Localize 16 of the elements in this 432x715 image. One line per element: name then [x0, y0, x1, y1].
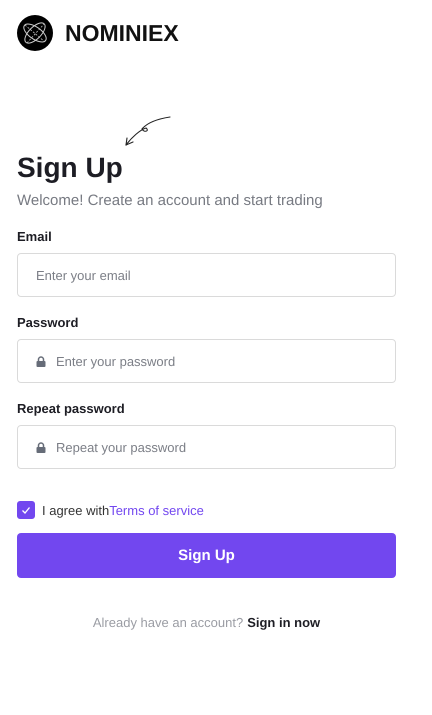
- field-label: Password: [17, 315, 80, 331]
- field-label: Email: [17, 229, 53, 245]
- sign-up-button[interactable]: Sign Up: [17, 533, 396, 578]
- terms-link[interactable]: Terms of service: [109, 502, 204, 518]
- page-title: Sign Up: [17, 151, 124, 185]
- agree-text: I agree with: [42, 502, 110, 518]
- subtitle: Welcome! Create an account and start trading: [17, 191, 324, 211]
- globe-logo-icon: [17, 15, 53, 51]
- password-field[interactable]: Repeat your password: [17, 425, 396, 469]
- checkbox[interactable]: [17, 501, 35, 519]
- field-label: Repeat password: [17, 401, 126, 417]
- brand-name: NOMINIEX: [65, 20, 179, 46]
- email-field[interactable]: Enter your email: [17, 253, 396, 297]
- password-field[interactable]: Enter your password: [17, 339, 396, 383]
- sign-in-link[interactable]: Sign in now: [247, 615, 320, 630]
- footer-text: Already have an account?: [92, 615, 244, 630]
